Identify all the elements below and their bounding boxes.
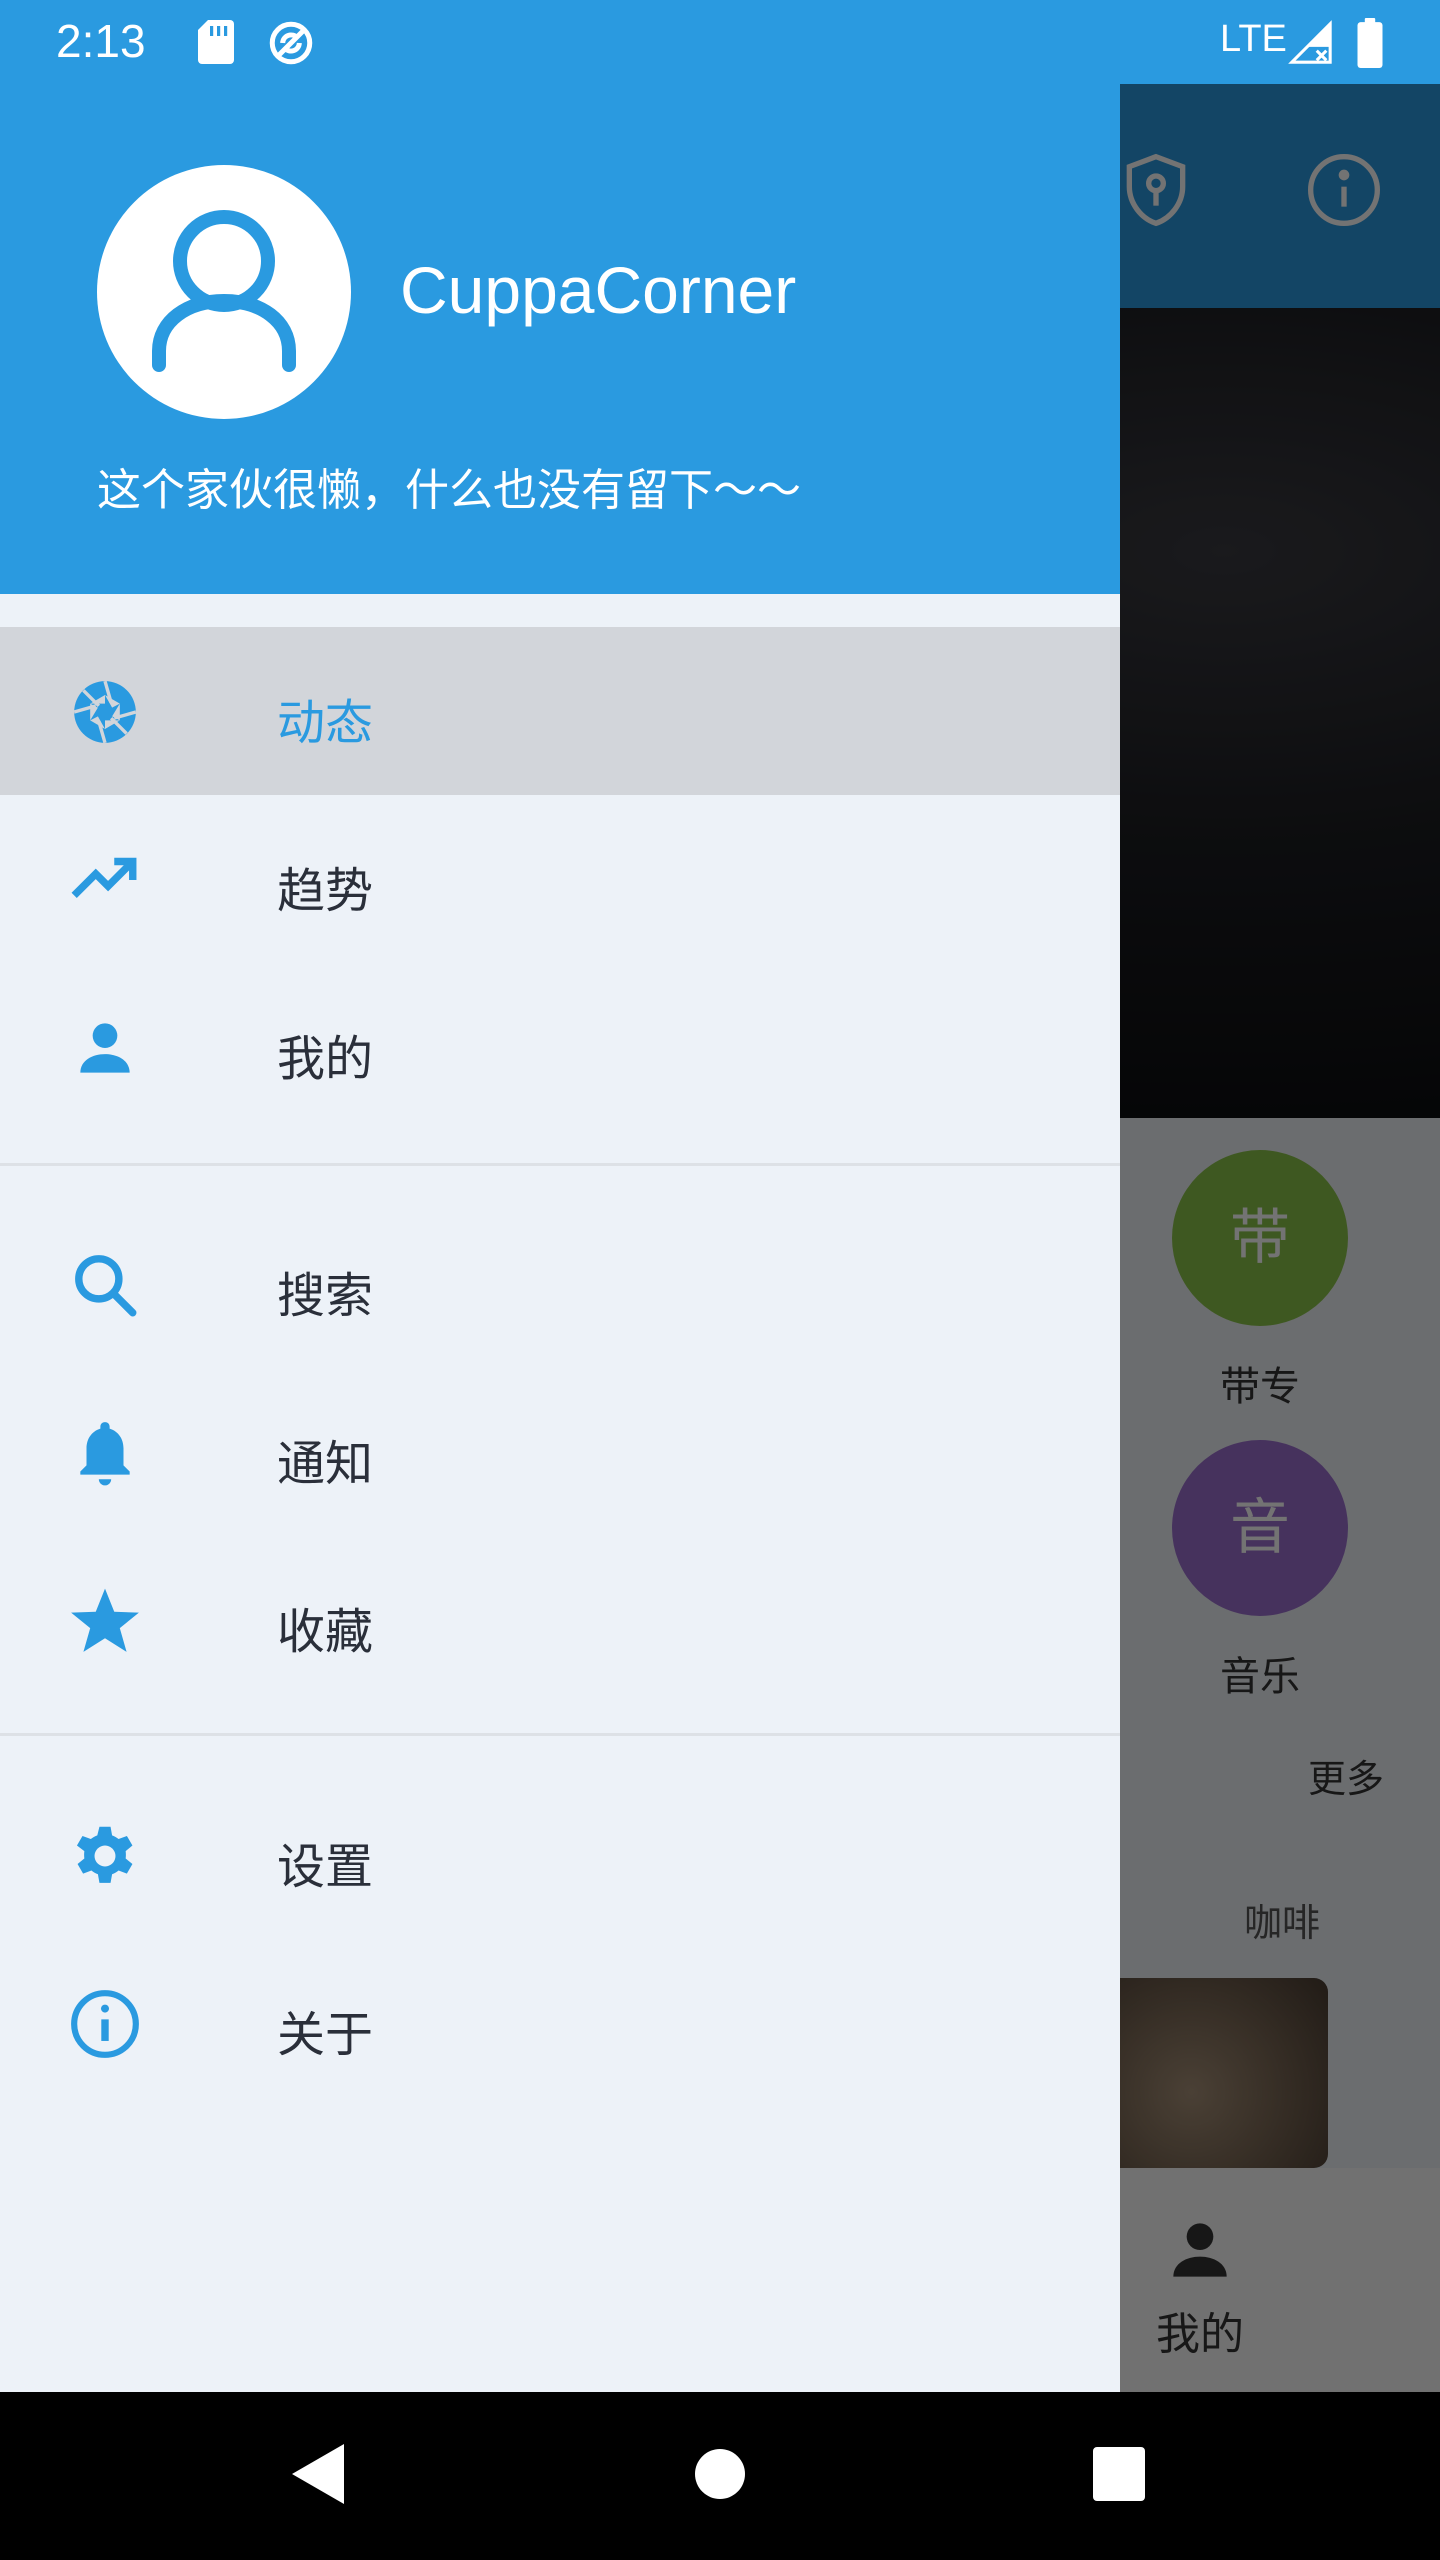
status-time: 2:13 [56,15,146,67]
drawer-item-search[interactable]: 搜索 [0,1200,1120,1368]
recents-icon[interactable] [1092,2446,1146,2506]
user-bio: 这个家伙很懒，什么也没有留下～～ [97,465,801,516]
info-icon [68,1987,142,2061]
star-icon [68,1584,142,1658]
drawer-item-trending[interactable]: 趋势 [0,795,1120,963]
drawer-item-label: 趋势 [277,863,374,919]
sync-icon [266,18,316,72]
drawer-item-feed[interactable]: 动态 [0,627,1120,795]
network-type: LTE [1220,18,1287,60]
drawer-item-favorites[interactable]: 收藏 [0,1536,1120,1704]
status-bar: 2:13 LTE [0,0,1440,84]
drawer-item-label: 搜索 [277,1268,374,1324]
navigation-drawer: CuppaCorner 这个家伙很懒，什么也没有留下～～ 动态 趋势 我的 搜索… [0,0,1120,2392]
battery-icon [1354,18,1386,72]
search-icon [68,1248,142,1322]
username: CuppaCorner [400,253,797,327]
aperture-icon [68,675,142,749]
drawer-item-notifications[interactable]: 通知 [0,1368,1120,1536]
back-icon[interactable] [290,2442,346,2510]
drawer-item-label: 我的 [277,1031,374,1087]
drawer-item-label: 设置 [277,1839,374,1895]
sd-card-icon [196,18,236,70]
home-icon[interactable] [694,2442,746,2510]
trending-up-icon [68,843,142,917]
gear-icon [68,1819,142,1893]
avatar[interactable] [97,165,351,419]
drawer-item-about[interactable]: 关于 [0,1939,1120,2107]
bell-icon [68,1416,142,1490]
system-navigation-bar [0,2392,1440,2560]
drawer-divider [0,1733,1120,1736]
signal-icon [1288,20,1334,70]
drawer-item-label: 关于 [277,2007,374,2063]
drawer-divider [0,1163,1120,1166]
drawer-item-mine[interactable]: 我的 [0,963,1120,1131]
drawer-header: CuppaCorner 这个家伙很懒，什么也没有留下～～ [0,84,1120,594]
person-icon [68,1011,142,1085]
drawer-item-label: 通知 [277,1436,374,1492]
drawer-item-label: 收藏 [277,1604,374,1660]
drawer-item-label: 动态 [277,695,374,751]
person-outline-icon [152,210,296,372]
drawer-item-settings[interactable]: 设置 [0,1771,1120,1939]
